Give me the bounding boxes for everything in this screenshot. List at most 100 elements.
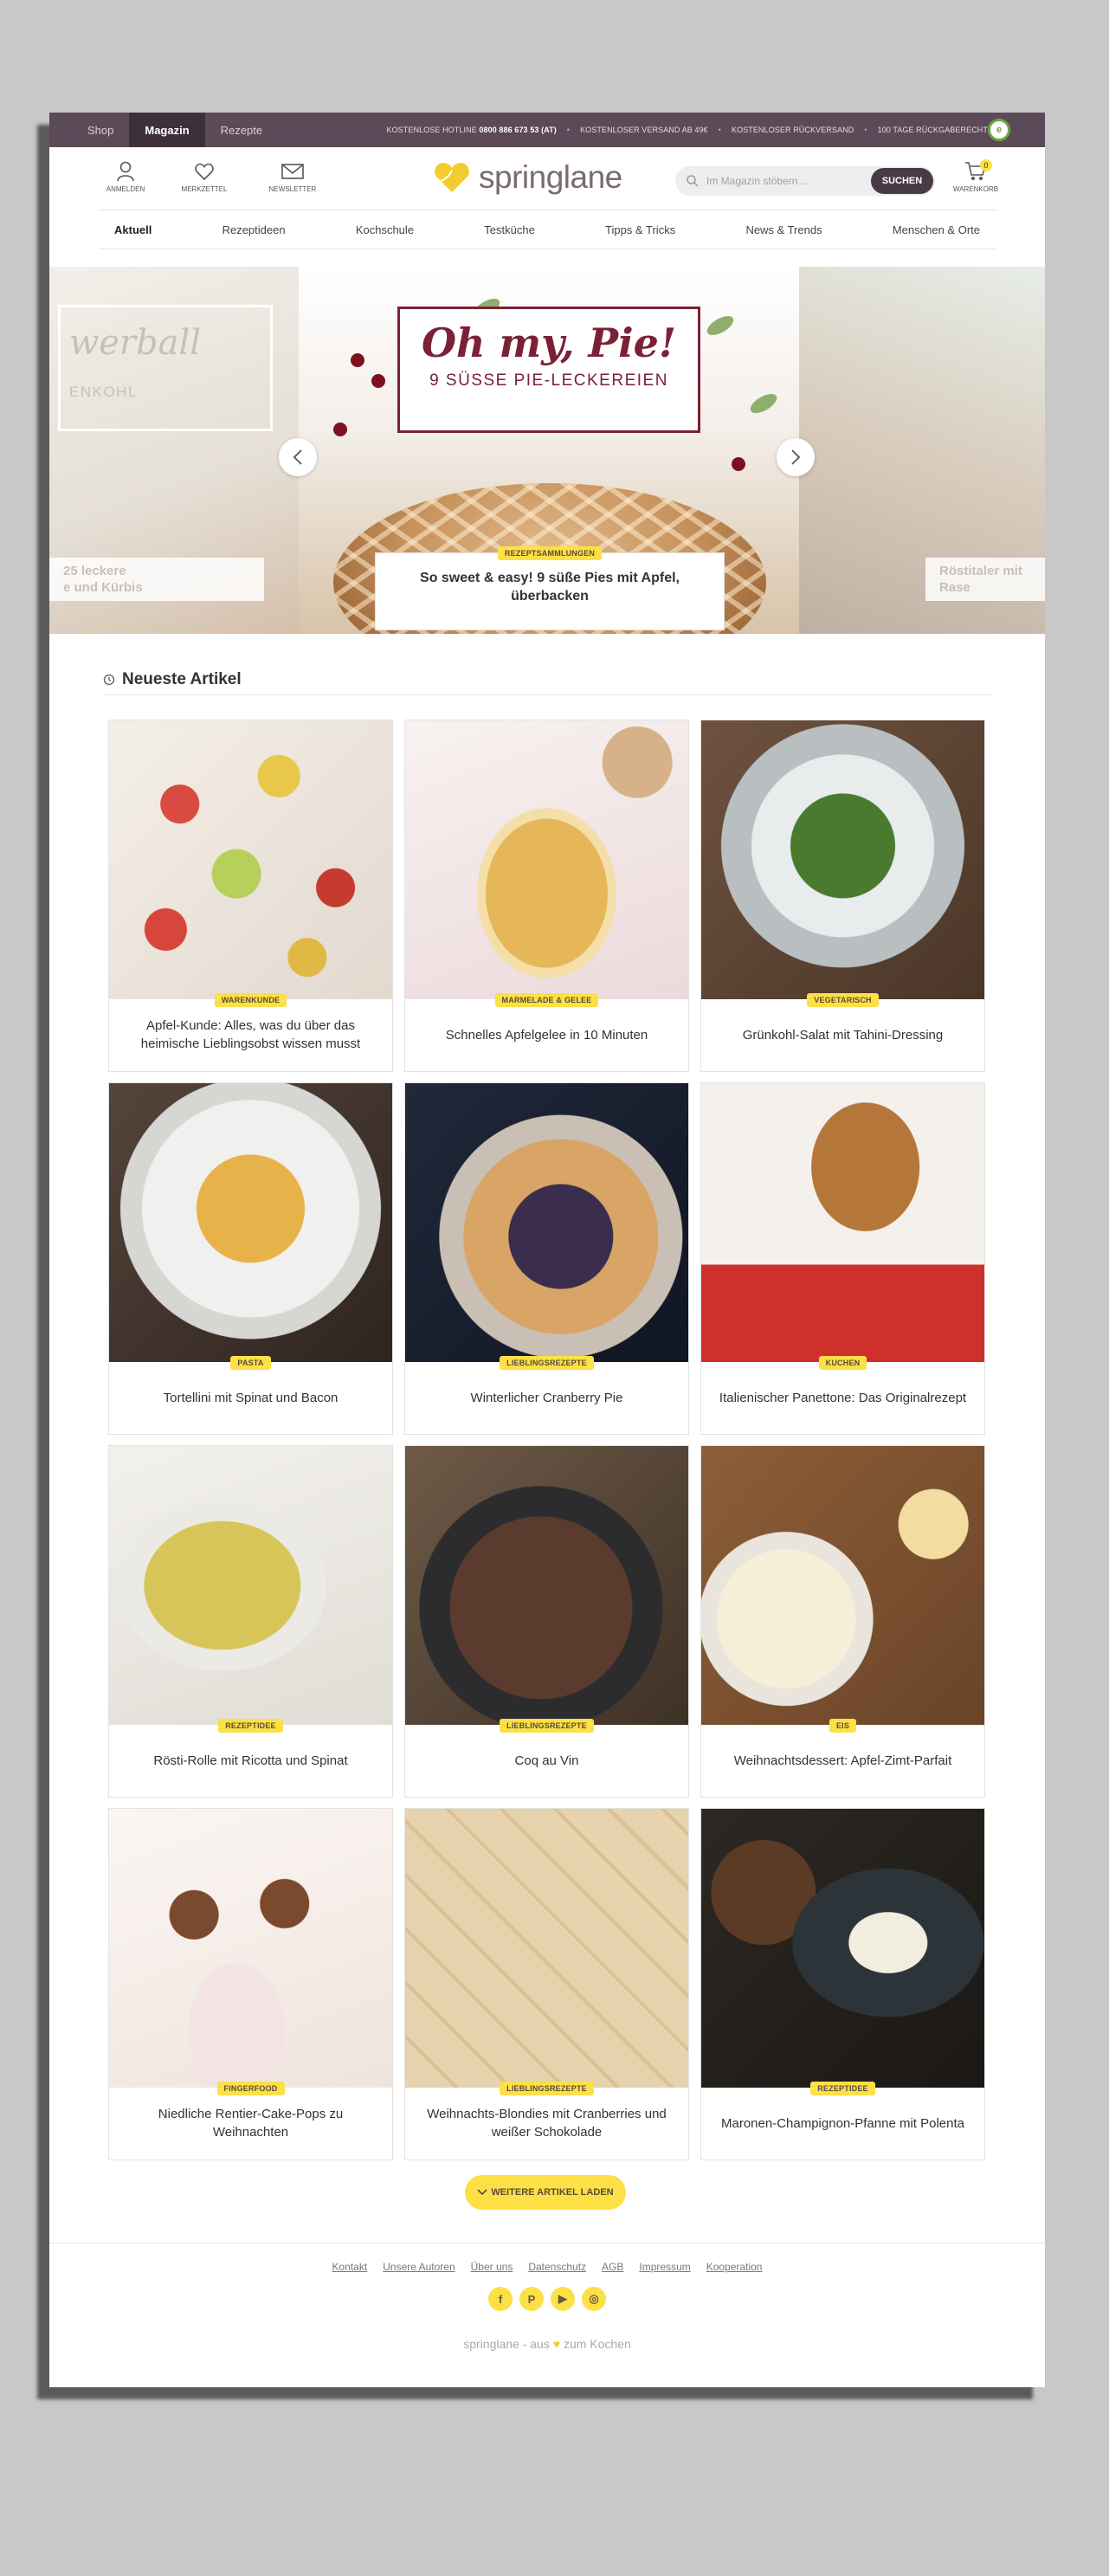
article-category-badge[interactable]: LIEBLINGSREZEPTE [500, 1356, 594, 1370]
footer-link-kooperation[interactable]: Kooperation [706, 2261, 763, 2273]
heart-icon [195, 163, 214, 181]
slide-next-caption-line: Röstitaler mit [939, 564, 1022, 578]
article-category-badge[interactable]: VEGETARISCH [807, 993, 879, 1007]
article-title[interactable]: Weihnachtsdessert: Apfel-Zimt-Parfait [713, 1732, 972, 1789]
topnav-shop[interactable]: Shop [72, 113, 129, 147]
cat-tipps-tricks[interactable]: Tipps & Tricks [605, 223, 675, 236]
cart-button[interactable]: 0 WARENKORB [950, 159, 1002, 193]
article-image[interactable] [109, 1083, 392, 1362]
facebook-icon[interactable]: f [488, 2287, 513, 2311]
article-image[interactable] [405, 1446, 688, 1725]
cat-aktuell[interactable]: Aktuell [114, 223, 152, 236]
article-card[interactable]: KUCHEN Italienischer Panettone: Das Orig… [700, 1082, 985, 1435]
article-category-badge[interactable]: LIEBLINGSREZEPTE [500, 1719, 594, 1733]
article-card[interactable]: LIEBLINGSREZEPTE Winterlicher Cranberry … [404, 1082, 689, 1435]
article-image[interactable] [701, 720, 984, 999]
article-category-badge[interactable]: LIEBLINGSREZEPTE [500, 2082, 594, 2095]
pinterest-icon[interactable]: P [519, 2287, 544, 2311]
cherry-decoration [732, 457, 745, 471]
article-card[interactable]: LIEBLINGSREZEPTE Weihnachts-Blondies mit… [404, 1808, 689, 2160]
slide-prev-title: werball [69, 323, 202, 363]
topnav-rezepte[interactable]: Rezepte [205, 113, 278, 147]
footer-link-ueber-uns[interactable]: Über uns [471, 2261, 513, 2273]
chevron-right-icon [791, 449, 801, 465]
article-title[interactable]: Grünkohl-Salat mit Tahini-Dressing [713, 1006, 972, 1063]
heart-icon: ♥ [552, 2337, 561, 2351]
search-button[interactable]: SUCHEN [871, 168, 933, 194]
article-image[interactable] [405, 720, 688, 999]
article-card[interactable]: EIS Weihnachtsdessert: Apfel-Zimt-Parfai… [700, 1445, 985, 1798]
load-more-button[interactable]: WEITERE ARTIKEL LADEN [465, 2175, 626, 2210]
springlane-logo[interactable]: springlane [432, 159, 622, 196]
leaf-decoration [747, 390, 780, 417]
article-card[interactable]: VEGETARISCH Grünkohl-Salat mit Tahini-Dr… [700, 720, 985, 1072]
footer-link-impressum[interactable]: Impressum [639, 2261, 690, 2273]
article-title[interactable]: Niedliche Rentier-Cake-Pops zu Weihnacht… [121, 2095, 380, 2152]
article-card[interactable]: REZEPTIDEE Maronen-Champignon-Pfanne mit… [700, 1808, 985, 2160]
footer-link-agb[interactable]: AGB [602, 2261, 623, 2273]
cat-kochschule[interactable]: Kochschule [356, 223, 414, 236]
article-category-badge[interactable]: WARENKUNDE [214, 993, 287, 1007]
slide-prev-caption: 25 leckere e und Kürbis [49, 558, 264, 601]
article-image[interactable] [405, 1083, 688, 1362]
article-card[interactable]: REZEPTIDEE Rösti-Rolle mit Ricotta und S… [108, 1445, 393, 1798]
article-card[interactable]: WARENKUNDE Apfel-Kunde: Alles, was du üb… [108, 720, 393, 1072]
article-title[interactable]: Winterlicher Cranberry Pie [417, 1369, 676, 1426]
search-input[interactable]: Im Magazin stöbern ... [700, 175, 871, 187]
footer-link-kontakt[interactable]: Kontakt [332, 2261, 368, 2273]
cat-news-trends[interactable]: News & Trends [745, 223, 822, 236]
article-card[interactable]: MARMELADE & GELEE Schnelles Apfelgelee i… [404, 720, 689, 1072]
slide-caption[interactable]: REZEPTSAMMLUNGEN So sweet & easy! 9 süße… [375, 546, 725, 630]
article-category-badge[interactable]: EIS [829, 1719, 857, 1733]
search-icon [687, 175, 699, 187]
cat-menschen-orte[interactable]: Menschen & Orte [893, 223, 980, 236]
trust-seal-icon[interactable]: e [988, 119, 1010, 141]
newsletter-label: NEWSLETTER [268, 185, 317, 193]
youtube-icon[interactable]: ▶ [551, 2287, 575, 2311]
tagline-end: zum Kochen [563, 2337, 631, 2351]
topnav-magazin[interactable]: Magazin [129, 113, 205, 147]
article-category-badge[interactable]: KUCHEN [818, 1356, 867, 1370]
article-image[interactable] [405, 1809, 688, 2088]
article-category-badge[interactable]: PASTA [230, 1356, 271, 1370]
article-image[interactable] [701, 1809, 984, 2088]
newsletter-button[interactable]: NEWSLETTER [267, 161, 319, 193]
article-image[interactable] [701, 1083, 984, 1362]
returns-info: KOSTENLOSER RÜCKVERSAND [731, 126, 854, 134]
article-title[interactable]: Weihnachts-Blondies mit Cranberries und … [417, 2095, 676, 2152]
return-right-info: 100 TAGE RÜCKGABERECHT [877, 126, 988, 134]
wishlist-button[interactable]: MERKZETTEL [178, 161, 230, 193]
article-card[interactable]: PASTA Tortellini mit Spinat und Bacon [108, 1082, 393, 1435]
article-category-badge[interactable]: REZEPTIDEE [218, 1719, 283, 1733]
slide-next[interactable]: Röstitaler mit Rase [799, 267, 1045, 634]
footer-link-datenschutz[interactable]: Datenschutz [528, 2261, 586, 2273]
article-card[interactable]: LIEBLINGSREZEPTE Coq au Vin [404, 1445, 689, 1798]
article-title[interactable]: Apfel-Kunde: Alles, was du über das heim… [121, 1006, 380, 1063]
slider-prev-button[interactable] [279, 438, 317, 476]
article-title[interactable]: Italienischer Panettone: Das Originalrez… [713, 1369, 972, 1426]
instagram-icon[interactable]: ◎ [582, 2287, 606, 2311]
article-category-badge[interactable]: REZEPTIDEE [810, 2082, 875, 2095]
slide-prev[interactable]: werball ENKOHL 25 leckere e und Kürbis [49, 267, 299, 634]
article-image[interactable] [109, 1446, 392, 1725]
article-title[interactable]: Coq au Vin [417, 1732, 676, 1789]
slide-prev-subtitle: ENKOHL [69, 384, 138, 400]
article-card[interactable]: FINGERFOOD Niedliche Rentier-Cake-Pops z… [108, 1808, 393, 2160]
article-title[interactable]: Maronen-Champignon-Pfanne mit Polenta [713, 2095, 972, 2152]
slider-next-button[interactable] [777, 438, 815, 476]
article-image[interactable] [109, 1809, 392, 2088]
article-title[interactable]: Rösti-Rolle mit Ricotta und Spinat [121, 1732, 380, 1789]
article-title[interactable]: Tortellini mit Spinat und Bacon [121, 1369, 380, 1426]
login-button[interactable]: ANMELDEN [100, 161, 152, 193]
article-image[interactable] [701, 1446, 984, 1725]
cat-rezeptideen[interactable]: Rezeptideen [222, 223, 286, 236]
article-title[interactable]: Schnelles Apfelgelee in 10 Minuten [417, 1006, 676, 1063]
heart-logo-icon [435, 163, 469, 192]
logo-text: springlane [479, 159, 622, 195]
cat-testkueche[interactable]: Testküche [484, 223, 535, 236]
slide-category-badge: REZEPTSAMMLUNGEN [497, 546, 603, 560]
article-category-badge[interactable]: FINGERFOOD [216, 2082, 285, 2095]
article-category-badge[interactable]: MARMELADE & GELEE [494, 993, 599, 1007]
article-image[interactable] [109, 720, 392, 999]
footer-link-autoren[interactable]: Unsere Autoren [383, 2261, 455, 2273]
